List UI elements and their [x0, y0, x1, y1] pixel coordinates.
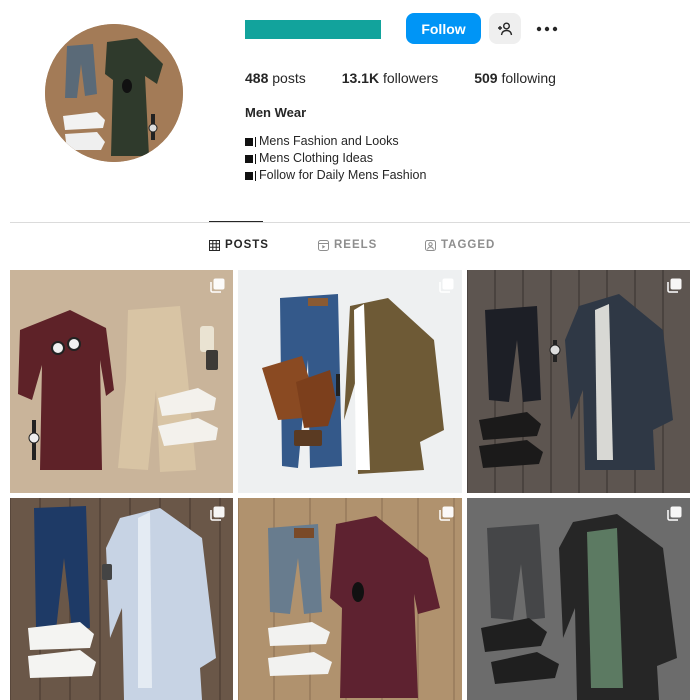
bio-line-text: Follow for Daily Mens Fashion — [259, 168, 427, 182]
tabs-divider — [10, 222, 690, 223]
followers-count-value: 13.1K — [341, 70, 380, 86]
tab-tagged-label: TAGGED — [441, 239, 496, 251]
profile-avatar[interactable] — [45, 24, 183, 162]
post-image — [10, 498, 233, 700]
posts-count-label: posts — [272, 70, 306, 86]
bio-line-text: Mens Clothing Ideas — [259, 151, 373, 165]
post-tile[interactable] — [10, 270, 233, 493]
tab-posts[interactable]: POSTS — [209, 239, 269, 251]
tab-tagged[interactable]: TAGGED — [425, 239, 495, 251]
grid-icon — [209, 239, 220, 251]
post-tile[interactable] — [10, 498, 233, 700]
bio-line: Follow for Daily Mens Fashion — [245, 167, 426, 184]
tagged-icon — [425, 239, 436, 251]
post-image — [238, 270, 462, 493]
more-dots-icon — [536, 26, 558, 31]
add-person-icon — [498, 22, 513, 35]
reels-icon — [318, 239, 329, 251]
bio-line: Mens Fashion and Looks — [245, 133, 426, 150]
following-count-label: following — [501, 70, 556, 86]
followers-count[interactable]: 13.1K followers — [342, 70, 439, 86]
suggested-accounts-button[interactable] — [489, 13, 521, 44]
active-tab-indicator — [209, 221, 263, 222]
post-tile[interactable] — [467, 498, 690, 700]
follow-button[interactable]: Follow — [406, 13, 481, 44]
post-tile[interactable] — [467, 270, 690, 493]
black-square-icon — [245, 171, 253, 180]
post-image — [467, 270, 690, 493]
posts-count: 488 posts — [245, 70, 306, 86]
tab-reels[interactable]: REELS — [318, 239, 377, 251]
black-square-icon — [245, 154, 253, 163]
multiple-photos-icon — [667, 506, 682, 521]
bio-line-text: Mens Fashion and Looks — [259, 134, 399, 148]
multiple-photos-icon — [210, 278, 225, 293]
profile-stats: 488 posts 13.1K followers 509 following — [245, 70, 592, 86]
bio-line: Mens Clothing Ideas — [245, 150, 426, 167]
more-options-button[interactable] — [531, 13, 563, 44]
tab-posts-label: POSTS — [225, 239, 269, 251]
post-tile[interactable] — [238, 498, 462, 700]
bio-text: Mens Fashion and Looks Mens Clothing Ide… — [245, 133, 426, 184]
multiple-photos-icon — [439, 506, 454, 521]
multiple-photos-icon — [210, 506, 225, 521]
followers-count-label: followers — [382, 70, 439, 86]
tab-reels-label: REELS — [334, 239, 378, 251]
post-tile[interactable] — [238, 270, 462, 493]
multiple-photos-icon — [667, 278, 682, 293]
posts-grid — [10, 270, 690, 700]
following-count-value: 509 — [474, 70, 498, 86]
posts-count-value: 488 — [245, 70, 269, 86]
following-count[interactable]: 509 following — [474, 70, 556, 86]
post-image — [238, 498, 462, 700]
username-redacted-bar — [245, 20, 381, 39]
post-image — [467, 498, 690, 700]
bio-display-name: Men Wear — [245, 105, 307, 120]
post-image — [10, 270, 233, 493]
multiple-photos-icon — [439, 278, 454, 293]
black-square-icon — [245, 137, 253, 146]
profile-tabs: POSTS REELS TAGGED — [0, 239, 700, 257]
